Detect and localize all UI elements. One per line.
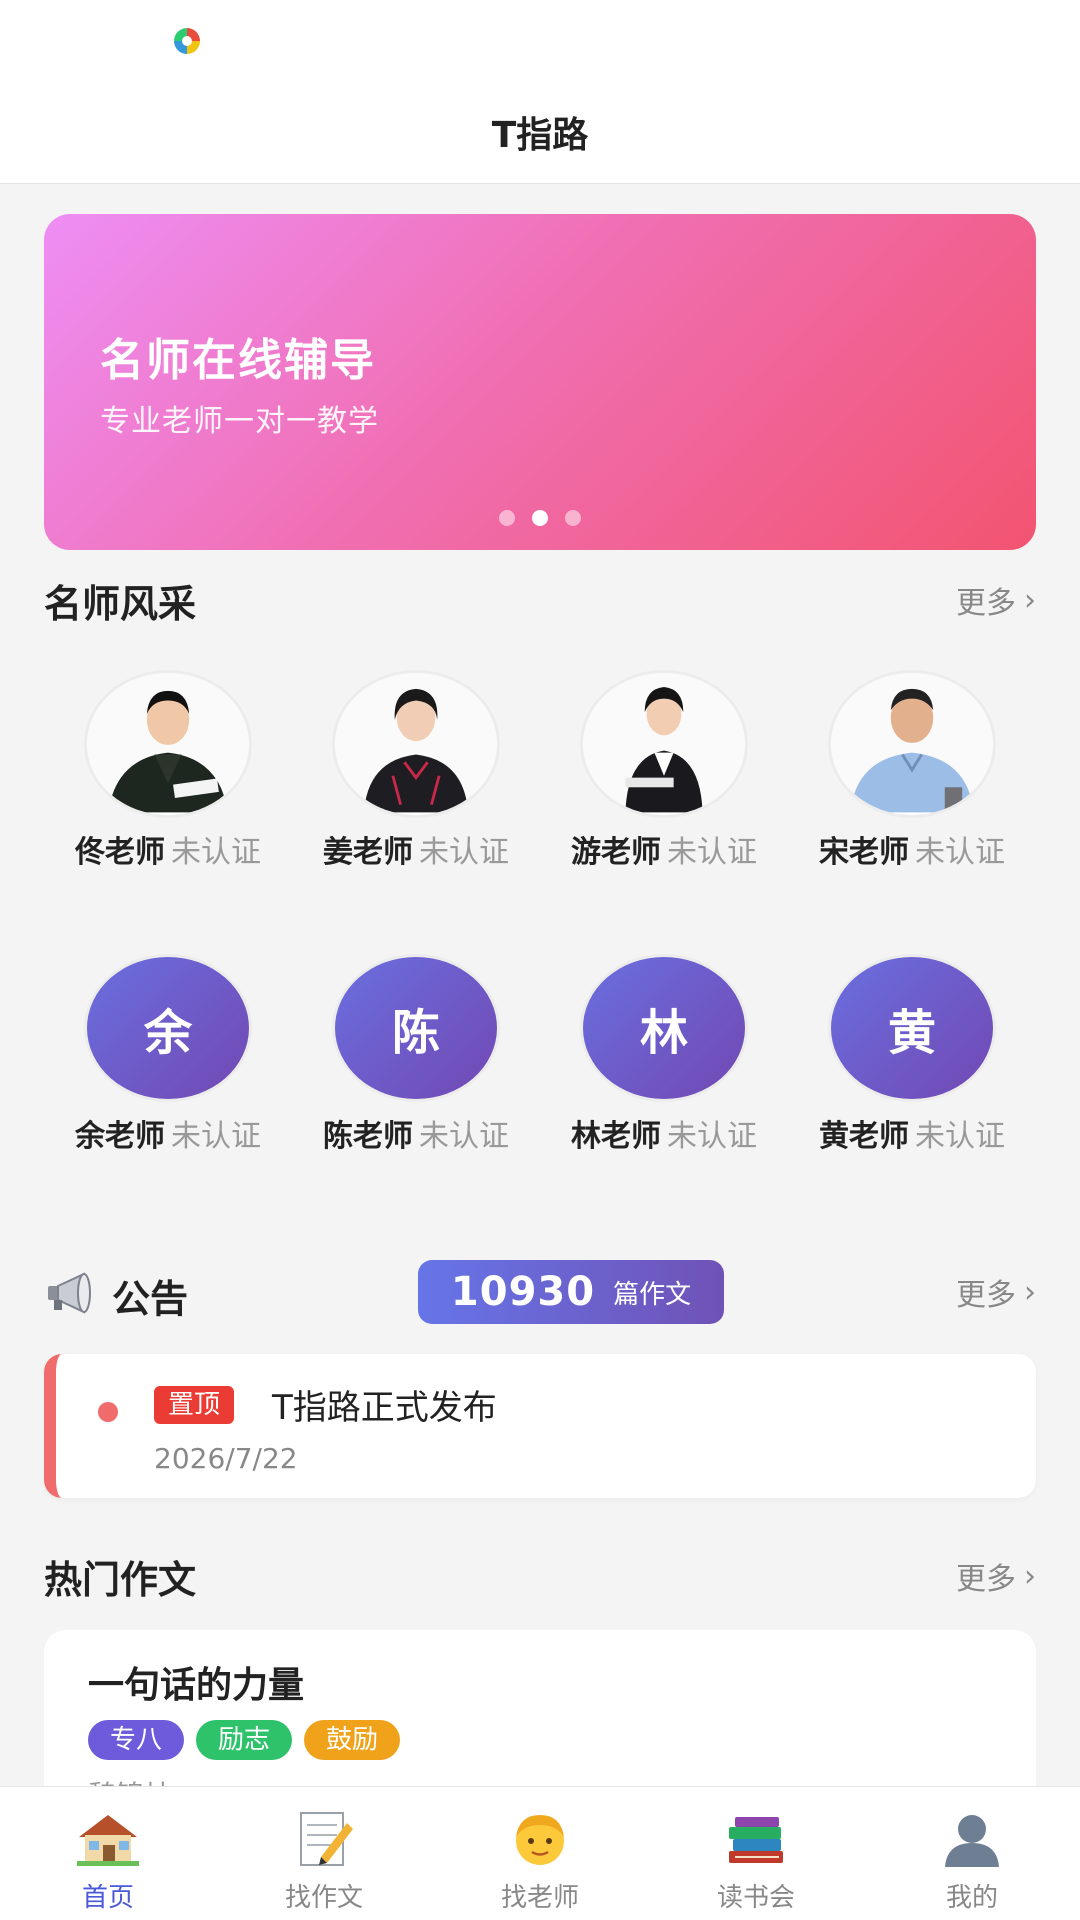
bottom-nav: 首页 找作文 找老师 读书会 我的 <box>0 1786 1080 1920</box>
promo-banner[interactable]: 名师在线辅导 专业老师一对一教学 <box>44 214 1036 550</box>
teacher-card[interactable]: 姜老师 未认证 <box>292 670 540 914</box>
megaphone-icon <box>48 1272 91 1314</box>
chevron-right-icon: › <box>1024 1274 1036 1310</box>
more-label: 更多 <box>956 1562 1016 1597</box>
unread-dot <box>98 1402 118 1422</box>
teacher-card[interactable]: 陈 陈老师 未认证 <box>292 954 540 1198</box>
notepad-pencil-icon <box>291 1809 357 1867</box>
more-label: 更多 <box>956 586 1016 621</box>
essay-count-unit: 篇作文 <box>613 1279 692 1310</box>
teacher-card[interactable]: 余 余老师 未认证 <box>44 954 292 1198</box>
nav-label: 找老师 <box>500 1883 579 1913</box>
hot-section-header: 热门作文 更多 › <box>44 1548 1036 1604</box>
teacher-card[interactable]: 黄 黄老师 未认证 <box>788 954 1036 1198</box>
nav-item-find-essay[interactable]: 找作文 <box>216 1787 432 1920</box>
teacher-name: 姜老师 <box>323 835 413 870</box>
teacher-name: 余老师 <box>75 1119 165 1154</box>
nav-label: 首页 <box>81 1883 134 1913</box>
notice-date: 2026/7/22 <box>154 1442 298 1475</box>
nav-label: 读书会 <box>716 1883 795 1913</box>
teacher-name: 游老师 <box>571 835 661 870</box>
teacher-status: 未认证 <box>171 1119 261 1154</box>
teacher-card[interactable]: 游老师 未认证 <box>540 670 788 914</box>
pinned-badge: 置顶 <box>154 1386 235 1424</box>
nav-item-find-teacher[interactable]: 找老师 <box>432 1787 648 1920</box>
hot-section-title: 热门作文 <box>44 1557 197 1602</box>
essay-tags: 专八 励志 鼓励 <box>88 1720 401 1760</box>
chevron-right-icon: › <box>1024 582 1036 618</box>
notice-more-link[interactable]: 更多 › <box>956 1270 1036 1314</box>
banner-dot[interactable] <box>499 510 515 526</box>
hot-more-link[interactable]: 更多 › <box>956 1554 1036 1598</box>
essay-tag[interactable]: 鼓励 <box>304 1720 401 1760</box>
teacher-avatar <box>332 670 500 818</box>
app-header: T指路 <box>0 80 1080 184</box>
teacher-avatar <box>84 670 252 818</box>
teacher-status: 未认证 <box>419 1119 509 1154</box>
user-silhouette-icon <box>939 1809 1005 1867</box>
app-notification-icon <box>174 28 200 54</box>
banner-pagination <box>44 510 1036 526</box>
more-label: 更多 <box>956 1278 1016 1313</box>
nav-item-mine[interactable]: 我的 <box>864 1787 1080 1920</box>
nav-item-home[interactable]: 首页 <box>0 1787 216 1920</box>
notice-section-header: 公告 10930 篇作文 更多 › <box>44 1260 1036 1324</box>
notice-section-title: 公告 <box>112 1277 189 1321</box>
teacher-avatar-initial: 陈 <box>332 954 500 1102</box>
teacher-avatar-initial: 余 <box>84 954 252 1102</box>
status-bar <box>0 0 1080 80</box>
essay-count: 10930 <box>450 1269 596 1315</box>
banner-dot[interactable] <box>565 510 581 526</box>
person-face-icon <box>507 1809 573 1867</box>
nav-label: 我的 <box>945 1883 998 1913</box>
teacher-status: 未认证 <box>667 1119 757 1154</box>
teacher-avatar <box>580 670 748 818</box>
teacher-status: 未认证 <box>419 835 509 870</box>
notice-title: T指路正式发布 <box>272 1388 497 1428</box>
essay-tag[interactable]: 专八 <box>88 1720 185 1760</box>
teacher-grid: 佟老师 未认证 姜老师 未认证 游老师 未认证 宋老师 未认证 余 余老师 未认… <box>44 670 1036 1198</box>
chevron-right-icon: › <box>1024 1558 1036 1594</box>
banner-subtitle: 专业老师一对一教学 <box>100 404 379 439</box>
page-title: T指路 <box>491 114 589 156</box>
teachers-section-title: 名师风采 <box>44 581 197 626</box>
banner-title: 名师在线辅导 <box>100 335 376 386</box>
teacher-name: 宋老师 <box>819 835 909 870</box>
teachers-section-header: 名师风采 更多 › <box>44 572 1036 628</box>
essay-title: 一句话的力量 <box>88 1665 305 1706</box>
banner-dot-active[interactable] <box>532 510 548 526</box>
teacher-avatar-initial: 林 <box>580 954 748 1102</box>
teachers-more-link[interactable]: 更多 › <box>956 578 1036 622</box>
teacher-status: 未认证 <box>171 835 261 870</box>
nav-label: 找作文 <box>284 1883 363 1913</box>
teacher-card[interactable]: 宋老师 未认证 <box>788 670 1036 914</box>
notice-card[interactable]: 置顶 T指路正式发布 2026/7/22 <box>44 1354 1036 1498</box>
teacher-status: 未认证 <box>915 1119 1005 1154</box>
house-icon <box>75 1809 141 1867</box>
teacher-avatar-initial: 黄 <box>828 954 996 1102</box>
books-icon <box>723 1809 789 1867</box>
teacher-status: 未认证 <box>915 835 1005 870</box>
essay-tag[interactable]: 励志 <box>196 1720 293 1760</box>
teacher-name: 林老师 <box>571 1119 661 1154</box>
nav-item-book-club[interactable]: 读书会 <box>648 1787 864 1920</box>
teacher-name: 黄老师 <box>819 1119 909 1154</box>
teacher-status: 未认证 <box>667 835 757 870</box>
teacher-card[interactable]: 佟老师 未认证 <box>44 670 292 914</box>
teacher-card[interactable]: 林 林老师 未认证 <box>540 954 788 1198</box>
teacher-name: 陈老师 <box>323 1119 413 1154</box>
essay-count-badge: 10930 篇作文 <box>418 1260 724 1324</box>
teacher-name: 佟老师 <box>75 835 165 870</box>
teacher-avatar <box>828 670 996 818</box>
